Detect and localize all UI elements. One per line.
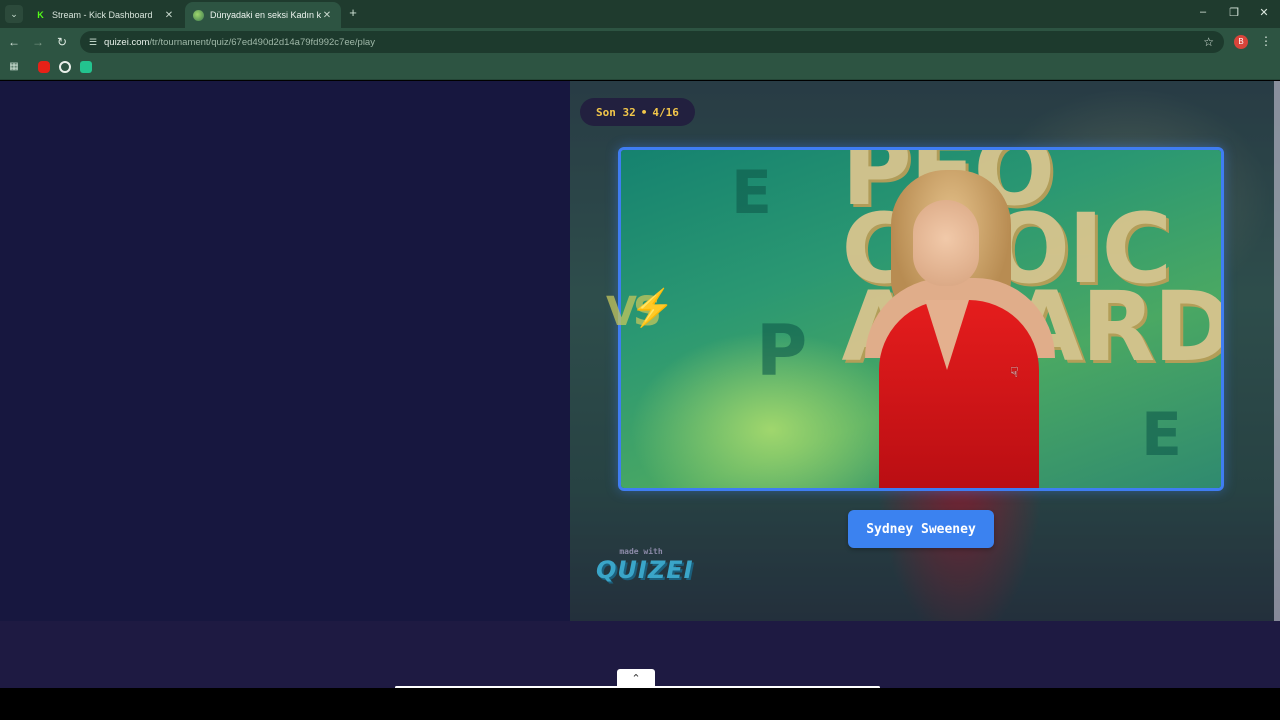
forward-icon[interactable]: → bbox=[30, 34, 46, 50]
scrollbar[interactable] bbox=[1274, 81, 1280, 621]
backdrop-logo: P bbox=[756, 310, 808, 392]
close-icon[interactable]: ✕ bbox=[163, 10, 175, 21]
bottom-letterbox bbox=[0, 688, 1280, 720]
collapse-chevron-icon[interactable]: ⌃ bbox=[617, 669, 655, 687]
candidate-photo[interactable]: PEO CHOIC AWARD E P E bbox=[618, 147, 1224, 491]
tab-strip: ⌄ K Stream - Kick Dashboard ✕ Dünyadaki … bbox=[0, 0, 1280, 28]
round-indicator: Son 32 • 4/16 bbox=[580, 98, 695, 126]
made-with-label: made with bbox=[619, 547, 663, 556]
site-info-icon[interactable]: ☰ bbox=[86, 35, 100, 49]
lightning-icon: ⚡ bbox=[630, 287, 675, 328]
chatgpt-icon[interactable] bbox=[59, 61, 71, 73]
address-bar[interactable]: ☰ quizei.com/tr/tournament/quiz/67ed490d… bbox=[80, 31, 1224, 53]
mouse-cursor-icon: ☟ bbox=[1010, 364, 1019, 380]
tab-quizei[interactable]: Dünyadaki en seksi Kadın kim - ✕ bbox=[185, 2, 341, 28]
minimize-icon[interactable]: – bbox=[1196, 6, 1210, 18]
bookmarks-bar: ▦ bbox=[0, 56, 1280, 80]
right-panel: Son 32 • 4/16 PEO CHOIC AWARD E P E VS ⚡… bbox=[570, 81, 1280, 621]
left-panel bbox=[0, 81, 570, 621]
tab-search-icon[interactable]: ⌄ bbox=[5, 5, 23, 23]
candidate-name-button[interactable]: Sydney Sweeney bbox=[848, 510, 994, 548]
tab-kick-dashboard[interactable]: K Stream - Kick Dashboard ✕ bbox=[27, 2, 183, 28]
quiz-page: Son 32 • 4/16 PEO CHOIC AWARD E P E VS ⚡… bbox=[0, 81, 1280, 689]
tab-title: Stream - Kick Dashboard bbox=[52, 10, 153, 20]
url-text: quizei.com/tr/tournament/quiz/67ed490d2d… bbox=[104, 36, 375, 48]
round-progress: 4/16 bbox=[652, 105, 679, 119]
person-figure bbox=[913, 200, 979, 286]
round-label: Son 32 bbox=[596, 105, 636, 119]
bookmark-star-icon[interactable]: ☆ bbox=[1203, 35, 1214, 49]
profile-avatar[interactable]: B bbox=[1234, 35, 1248, 49]
browser-menu-icon[interactable]: ⋮ bbox=[1260, 34, 1272, 48]
quizei-icon bbox=[193, 9, 204, 21]
reload-icon[interactable]: ↻ bbox=[54, 34, 70, 50]
new-tab-icon[interactable]: + bbox=[346, 6, 360, 20]
youtube-icon[interactable] bbox=[38, 61, 50, 73]
extension-icon[interactable] bbox=[80, 61, 92, 73]
close-icon[interactable]: ✕ bbox=[321, 10, 333, 21]
back-icon[interactable]: ← bbox=[6, 34, 22, 50]
kick-icon: K bbox=[37, 10, 44, 20]
backdrop-logo: E bbox=[731, 158, 772, 228]
backdrop-logo: E bbox=[1141, 400, 1182, 470]
restore-icon[interactable]: ❐ bbox=[1227, 6, 1241, 19]
window-close-icon[interactable]: ✕ bbox=[1257, 6, 1271, 19]
tab-title: Dünyadaki en seksi Kadın kim - bbox=[210, 10, 321, 20]
made-with-quizei[interactable]: made with QUIZEI bbox=[596, 547, 694, 584]
quizei-logo: QUIZEI bbox=[596, 556, 694, 584]
apps-icon[interactable]: ▦ bbox=[8, 61, 20, 73]
browser-toolbar: ← → ↻ ☰ quizei.com/tr/tournament/quiz/67… bbox=[0, 28, 1280, 56]
